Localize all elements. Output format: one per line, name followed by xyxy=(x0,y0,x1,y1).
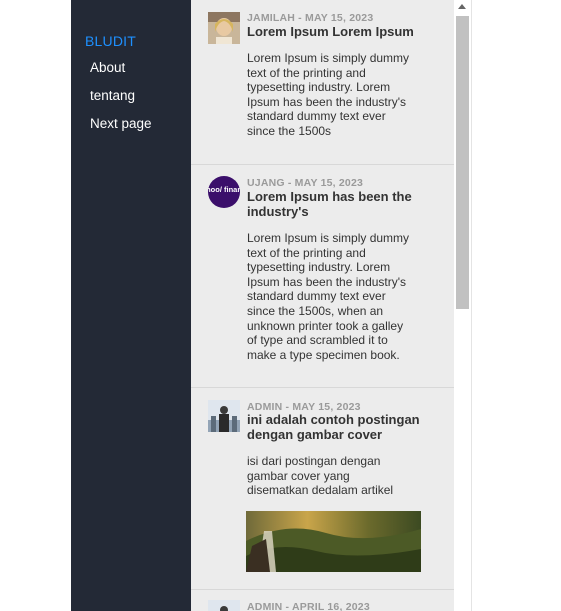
post-list: JAMILAH - MAY 15, 2023 Lorem Ipsum Lorem… xyxy=(191,0,454,611)
sidebar-item-tentang[interactable]: tentang xyxy=(90,88,152,116)
post-excerpt: Lorem Ipsum is simply dummy text of the … xyxy=(247,51,410,138)
sidebar: BLUDIT About tentang Next page xyxy=(71,0,191,611)
post-meta: ADMIN - APRIL 16, 2023 xyxy=(247,601,370,611)
post-meta: UJANG - MAY 15, 2023 xyxy=(247,177,364,189)
post-meta: JAMILAH - MAY 15, 2023 xyxy=(247,12,374,24)
post-divider xyxy=(191,164,454,165)
sidebar-item-about[interactable]: About xyxy=(90,60,152,88)
author-avatar: yahoo/ finance xyxy=(208,176,240,208)
sidebar-item-next-page[interactable]: Next page xyxy=(90,116,152,144)
author-avatar xyxy=(208,12,240,44)
scrollbar[interactable] xyxy=(454,0,471,611)
scroll-up-arrow-icon[interactable] xyxy=(458,4,466,9)
post-divider xyxy=(191,589,454,590)
author-avatar xyxy=(208,400,240,432)
scrollbar-thumb[interactable] xyxy=(456,16,469,309)
post-excerpt: Lorem Ipsum is simply dummy text of the … xyxy=(247,231,410,362)
post-title[interactable]: ini adalah contoh postingan dengan gamba… xyxy=(247,412,432,442)
post-title[interactable]: Lorem Ipsum Lorem Ipsum xyxy=(247,24,432,39)
post-divider xyxy=(191,387,454,388)
site-brand[interactable]: BLUDIT xyxy=(85,33,136,49)
post-excerpt: isi dari postingan dengan gambar cover y… xyxy=(247,454,394,498)
author-avatar xyxy=(208,600,240,611)
svg-text:yahoo/ finance: yahoo/ finance xyxy=(208,185,240,194)
sidebar-nav: About tentang Next page xyxy=(90,60,152,144)
post-title[interactable]: Lorem Ipsum has been the industry's xyxy=(247,189,432,219)
post-cover-image[interactable] xyxy=(246,511,421,572)
page-edge xyxy=(471,0,472,611)
